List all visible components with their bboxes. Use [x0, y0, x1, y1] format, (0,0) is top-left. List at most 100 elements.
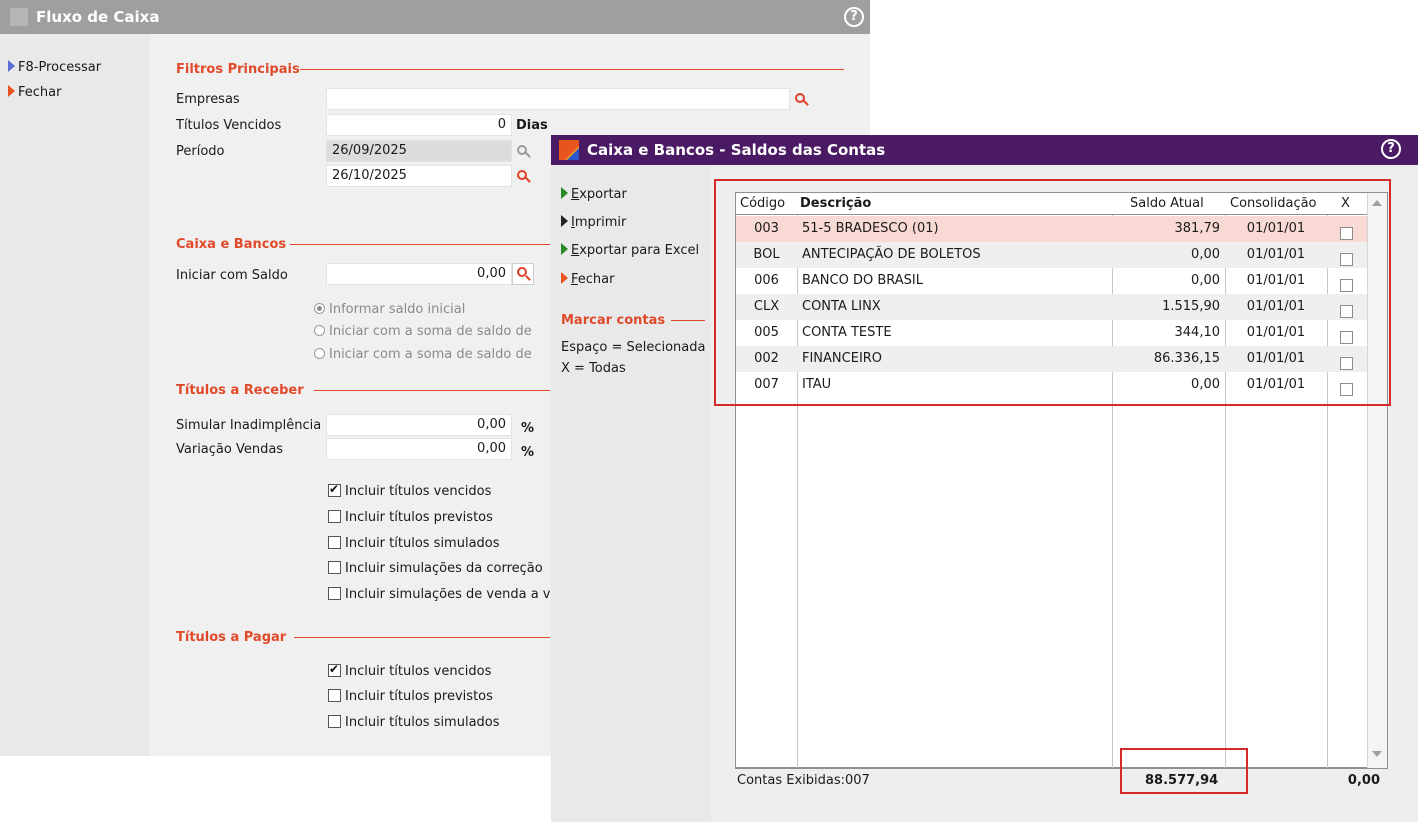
titulos-vencidos-label: Títulos Vencidos: [176, 118, 282, 133]
table-row[interactable]: 006 BANCO DO BRASIL 0,00 01/01/01: [736, 268, 1367, 294]
section-divider: [314, 390, 550, 391]
search-icon[interactable]: [512, 263, 534, 285]
cell-codigo: 006: [754, 273, 779, 288]
cell-consolidacao: 01/01/01: [1246, 299, 1306, 314]
hint-todas: X = Todas: [561, 361, 626, 376]
accel-key: E: [571, 187, 580, 202]
check-receber-vencidos[interactable]: Incluir títulos vencidos: [328, 482, 492, 499]
vertical-scrollbar[interactable]: [1367, 193, 1387, 769]
header-x[interactable]: X: [1341, 193, 1350, 215]
exportar-button[interactable]: Exportar: [561, 187, 627, 202]
fechar-button[interactable]: Fechar: [561, 272, 614, 287]
header-saldo[interactable]: Saldo Atual: [1130, 193, 1204, 215]
exportar-excel-button[interactable]: Exportar para Excel: [561, 243, 699, 258]
row-checkbox[interactable]: [1340, 274, 1357, 292]
cell-consolidacao: 01/01/01: [1246, 377, 1306, 392]
row-checkbox[interactable]: [1340, 300, 1357, 318]
hint-selecionada: Espaço = Selecionada: [561, 340, 706, 355]
action-label: xportar: [579, 187, 627, 202]
row-checkbox[interactable]: [1340, 352, 1357, 370]
section-divider: [290, 244, 550, 245]
help-icon[interactable]: ?: [1381, 139, 1401, 159]
scroll-up-icon[interactable]: [1372, 200, 1382, 206]
periodo-inicio-field[interactable]: 26/09/2025: [326, 140, 512, 162]
header-codigo[interactable]: Código: [740, 193, 785, 215]
row-checkbox[interactable]: [1340, 326, 1357, 344]
table-row[interactable]: 007 ITAU 0,00 01/01/01: [736, 372, 1367, 398]
grid-header: Código Descrição Saldo Atual Consolidaçã…: [736, 193, 1367, 215]
variacao-label: Variação Vendas: [176, 442, 284, 457]
check-receber-correcao[interactable]: Incluir simulações da correção: [328, 561, 543, 576]
table-row[interactable]: 005 CONTA TESTE 344,10 01/01/01: [736, 320, 1367, 346]
checkbox: [1340, 331, 1353, 344]
row-checkbox[interactable]: [1340, 222, 1357, 240]
checkbox: [328, 561, 341, 574]
cell-saldo: 1.515,90: [1162, 299, 1220, 314]
radio-informar-saldo[interactable]: Informar saldo inicial: [314, 302, 465, 317]
check-receber-venda[interactable]: Incluir simulações de venda a v: [328, 587, 551, 602]
empresas-field[interactable]: [326, 88, 790, 110]
table-row[interactable]: 003 51-5 BRADESCO (01) 381,79 01/01/01: [736, 216, 1367, 242]
checkbox: [328, 662, 341, 677]
inadimplencia-field[interactable]: 0,00: [326, 414, 512, 436]
header-consolidacao[interactable]: Consolidação: [1230, 193, 1317, 215]
titulos-vencidos-field[interactable]: 0: [326, 114, 512, 136]
cell-saldo: 381,79: [1174, 221, 1221, 236]
cell-descricao: 51-5 BRADESCO (01): [802, 221, 939, 236]
checkbox: [1340, 383, 1353, 396]
sidebar-item-label: F8-Processar: [18, 60, 102, 75]
iniciar-saldo-label: Iniciar com Saldo: [176, 268, 288, 283]
radio-soma-saldo-1[interactable]: Iniciar com a soma de saldo de: [314, 324, 532, 339]
periodo-fim-field[interactable]: 26/10/2025: [326, 165, 512, 187]
accounts-grid[interactable]: Código Descrição Saldo Atual Consolidaçã…: [735, 192, 1388, 769]
dialog-titlebar: Caixa e Bancos - Saldos das Contas ?: [551, 135, 1418, 165]
check-pagar-previstos[interactable]: Incluir títulos previstos: [328, 689, 493, 704]
action-label: mprimir: [574, 215, 627, 230]
triangle-right-icon: [561, 243, 568, 255]
sidebar-item-fechar[interactable]: Fechar: [8, 85, 61, 103]
saldos-contas-dialog: Caixa e Bancos - Saldos das Contas ? Exp…: [551, 135, 1418, 822]
sidebar-item-label: Fechar: [18, 85, 62, 100]
check-pagar-simulados[interactable]: Incluir títulos simulados: [328, 715, 500, 730]
cell-consolidacao: 01/01/01: [1246, 273, 1306, 288]
iniciar-saldo-field[interactable]: 0,00: [326, 263, 512, 285]
checkbox-label: Incluir simulações da correção: [345, 561, 543, 576]
search-icon[interactable]: [517, 170, 531, 184]
total-x: 0,00: [1347, 773, 1380, 788]
sidebar-item-processar[interactable]: F8-Processar: [8, 60, 101, 78]
percent-label: %: [521, 421, 535, 436]
table-row[interactable]: CLX CONTA LINX 1.515,90 01/01/01: [736, 294, 1367, 320]
check-pagar-vencidos[interactable]: Incluir títulos vencidos: [328, 662, 491, 679]
triangle-right-icon: [561, 272, 568, 284]
help-icon[interactable]: ?: [844, 7, 864, 27]
periodo-label: Período: [176, 144, 225, 159]
header-descricao[interactable]: Descrição: [800, 193, 871, 215]
radio-soma-saldo-2[interactable]: Iniciar com a soma de saldo de: [314, 347, 532, 362]
section-divider: [294, 637, 550, 638]
checkbox-label: Incluir títulos simulados: [345, 536, 500, 551]
variacao-field[interactable]: 0,00: [326, 438, 512, 460]
radio-label: Iniciar com a soma de saldo de: [329, 324, 532, 339]
cell-codigo: CLX: [753, 299, 780, 314]
table-row[interactable]: BOL ANTECIPAÇÃO DE BOLETOS 0,00 01/01/01: [736, 242, 1367, 268]
radio-indicator: [314, 348, 325, 359]
check-receber-previstos[interactable]: Incluir títulos previstos: [328, 510, 493, 525]
dialog-main: Código Descrição Saldo Atual Consolidaçã…: [711, 165, 1418, 822]
row-checkbox[interactable]: [1340, 378, 1357, 396]
checkbox-label: Incluir títulos vencidos: [345, 484, 492, 499]
search-icon[interactable]: [795, 93, 809, 107]
table-row[interactable]: 002 FINANCEIRO 86.336,15 01/01/01: [736, 346, 1367, 372]
cell-saldo: 0,00: [1191, 377, 1220, 392]
radio-indicator: [314, 325, 325, 336]
check-receber-simulados[interactable]: Incluir títulos simulados: [328, 536, 500, 551]
scroll-down-icon[interactable]: [1372, 751, 1382, 757]
percent-label: %: [521, 445, 535, 460]
cell-consolidacao: 01/01/01: [1246, 247, 1306, 262]
cell-codigo: 007: [754, 377, 779, 392]
cell-descricao: BANCO DO BRASIL: [802, 273, 923, 288]
search-icon[interactable]: [517, 145, 531, 159]
radio-indicator: [314, 303, 325, 314]
imprimir-button[interactable]: Imprimir: [561, 215, 626, 230]
dias-label: Dias: [516, 118, 548, 133]
row-checkbox[interactable]: [1340, 248, 1357, 266]
